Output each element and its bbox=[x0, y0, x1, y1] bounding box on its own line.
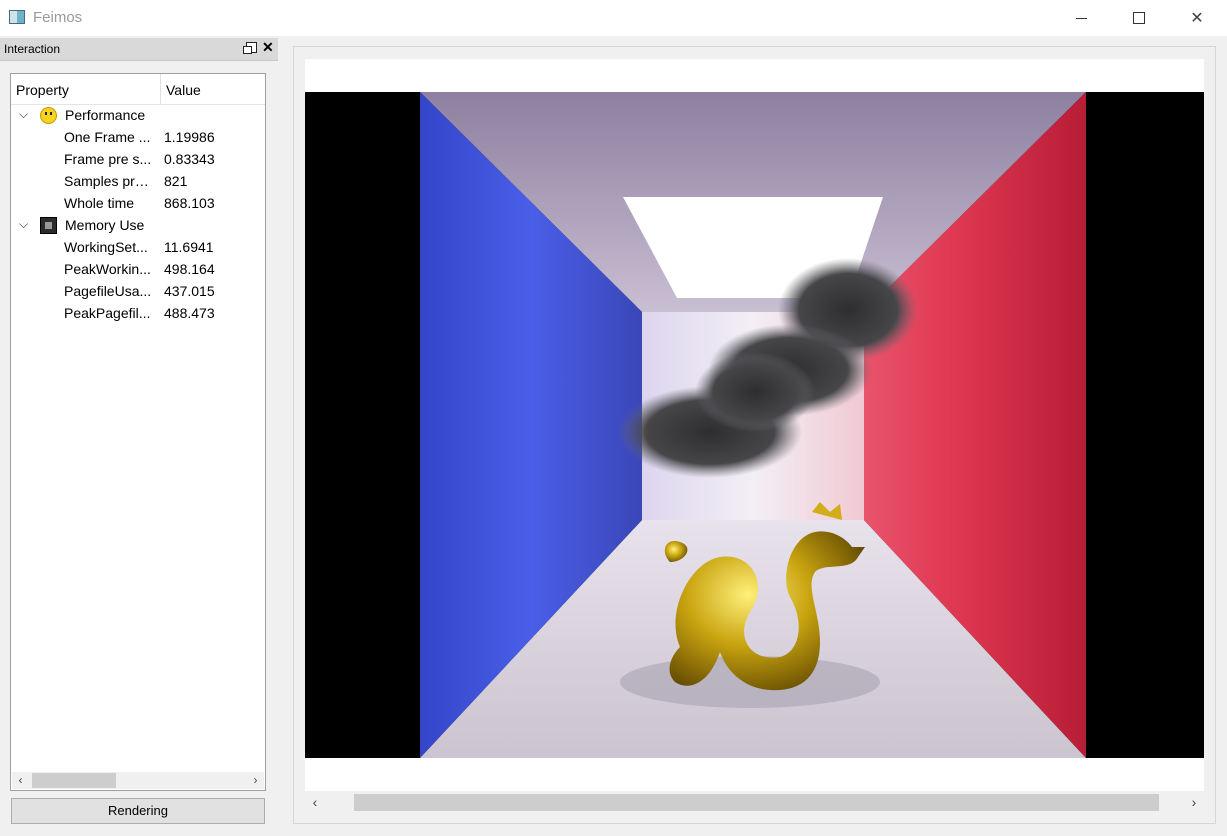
maximize-button[interactable] bbox=[1110, 0, 1168, 36]
property-value: 821 bbox=[164, 173, 188, 189]
dock-close-icon[interactable]: ✕ bbox=[262, 39, 274, 56]
scrollbar-thumb[interactable] bbox=[32, 773, 116, 788]
tree-group-memory-use[interactable]: ⌵ Memory Use bbox=[11, 215, 265, 237]
tree-row[interactable]: PagefileUsa... 437.015 bbox=[11, 281, 265, 303]
tree-row[interactable]: One Frame ... 1.19986 bbox=[11, 127, 265, 149]
scrollbar-thumb[interactable] bbox=[354, 794, 1159, 811]
dock-title-bar: Interaction ✕ bbox=[0, 38, 278, 61]
cornell-box-dragon-smoke-render bbox=[420, 92, 1086, 758]
render-viewer[interactable] bbox=[305, 59, 1204, 791]
app-window-icon bbox=[9, 10, 25, 24]
memory-chip-icon bbox=[40, 217, 57, 234]
chevron-left-icon[interactable]: ‹ bbox=[305, 792, 325, 813]
property-tree[interactable]: Property Value ⌵ Performance One Frame .… bbox=[10, 73, 266, 791]
viewer-horizontal-scrollbar[interactable]: ‹ › bbox=[305, 792, 1204, 813]
property-value: 11.6941 bbox=[164, 239, 214, 255]
tree-horizontal-scrollbar[interactable]: ‹ › bbox=[12, 772, 264, 789]
group-label: Performance bbox=[65, 107, 146, 123]
minimize-icon bbox=[1075, 17, 1087, 19]
tree-row[interactable]: Frame pre s... 0.83343 bbox=[11, 149, 265, 171]
property-value: 1.19986 bbox=[164, 129, 215, 145]
close-icon: ✕ bbox=[1190, 10, 1204, 27]
property-label: PagefileUsa... bbox=[64, 283, 152, 299]
rendering-button[interactable]: Rendering bbox=[11, 798, 265, 824]
window-title: Feimos bbox=[33, 9, 83, 26]
tree-row[interactable]: Samples pre... 821 bbox=[11, 171, 265, 193]
tree-row[interactable]: PeakPagefil... 488.473 bbox=[11, 303, 265, 325]
maximize-icon bbox=[1133, 12, 1145, 24]
chevron-right-icon[interactable]: › bbox=[1184, 792, 1204, 813]
chevron-down-icon[interactable]: ⌵ bbox=[19, 217, 28, 232]
tree-group-performance[interactable]: ⌵ Performance bbox=[11, 105, 265, 127]
property-value: 437.015 bbox=[164, 283, 215, 299]
smiley-icon bbox=[40, 107, 57, 124]
property-value: 488.473 bbox=[164, 305, 215, 321]
minimize-button[interactable] bbox=[1052, 0, 1110, 36]
tree-header: Property Value bbox=[11, 74, 265, 105]
property-value: 868.103 bbox=[164, 195, 215, 211]
property-value: 498.164 bbox=[164, 261, 215, 277]
float-icon[interactable] bbox=[243, 42, 257, 54]
tree-row[interactable]: Whole time 868.103 bbox=[11, 193, 265, 215]
chevron-down-icon[interactable]: ⌵ bbox=[19, 107, 28, 122]
close-window-button[interactable]: ✕ bbox=[1168, 0, 1226, 36]
dock-title: Interaction bbox=[4, 42, 61, 56]
column-header-property[interactable]: Property bbox=[16, 82, 69, 98]
render-canvas[interactable] bbox=[305, 92, 1204, 758]
column-header-value[interactable]: Value bbox=[166, 82, 201, 98]
property-label: Frame pre s... bbox=[64, 151, 152, 167]
property-label: WorkingSet... bbox=[64, 239, 148, 255]
property-label: PeakWorkin... bbox=[64, 261, 151, 277]
property-label: Whole time bbox=[64, 195, 135, 211]
tree-row[interactable]: PeakWorkin... 498.164 bbox=[11, 259, 265, 281]
chevron-left-icon[interactable]: ‹ bbox=[12, 772, 29, 789]
title-bar: Feimos ✕ bbox=[0, 0, 1227, 36]
group-label: Memory Use bbox=[65, 217, 145, 233]
property-value: 0.83343 bbox=[164, 151, 215, 167]
property-label: One Frame ... bbox=[64, 129, 151, 145]
tree-row[interactable]: WorkingSet... 11.6941 bbox=[11, 237, 265, 259]
property-label: PeakPagefil... bbox=[64, 305, 151, 321]
chevron-right-icon[interactable]: › bbox=[247, 772, 264, 789]
column-separator[interactable] bbox=[160, 74, 161, 104]
property-label: Samples pre... bbox=[64, 173, 154, 189]
